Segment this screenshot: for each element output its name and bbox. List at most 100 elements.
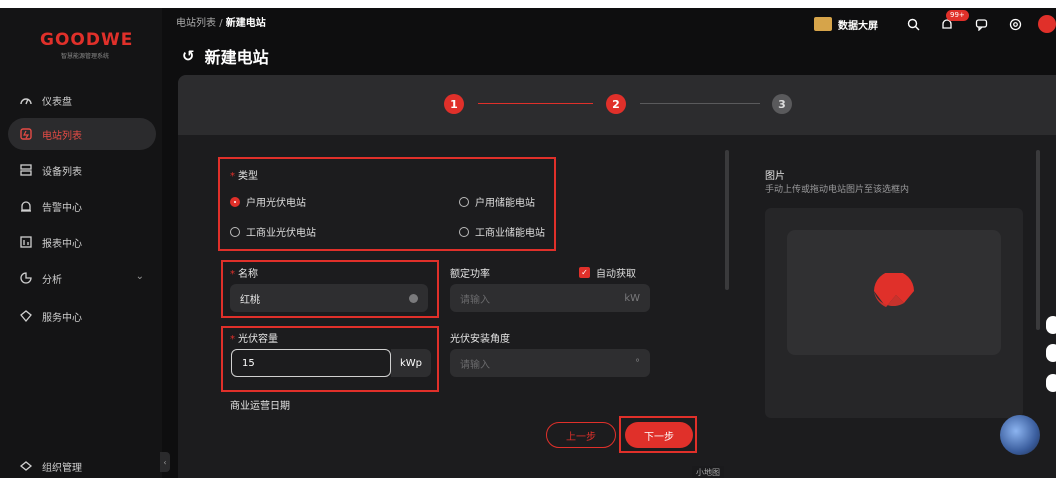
- rated-power-placeholder: 请输入: [460, 294, 490, 306]
- sidebar-item-label: 告警中心: [42, 202, 82, 214]
- panel-scrollbar[interactable]: [1036, 150, 1040, 330]
- settings-icon[interactable]: [1006, 15, 1024, 33]
- type-option-residential-storage[interactable]: 户用储能电站: [459, 194, 535, 209]
- pv-capacity-unit: kWp: [391, 349, 431, 377]
- radio-label: 户用储能电站: [475, 198, 535, 209]
- alarm-icon: [18, 198, 34, 214]
- breadcrumb-parent[interactable]: 电站列表: [176, 18, 216, 29]
- radio-icon: [459, 196, 469, 207]
- radio-label: 工商业储能电站: [475, 228, 545, 239]
- brand-subtitle: 智慧能源管理系统: [60, 53, 109, 60]
- sidebar-item-report-center[interactable]: 报表中心: [8, 226, 156, 258]
- next-step-button[interactable]: 下一步: [625, 422, 693, 448]
- type-label: * 类型: [230, 171, 258, 182]
- analysis-icon: [18, 270, 34, 286]
- radio-label: 户用光伏电站: [246, 198, 306, 209]
- side-float-button[interactable]: [1046, 374, 1056, 392]
- page-title: ↺ 新建电站: [182, 44, 269, 68]
- image-upload-area[interactable]: [765, 208, 1023, 418]
- image-hint: 手动上传或拖动电站图片至该选框内: [765, 185, 910, 195]
- step-2: 2: [606, 94, 626, 114]
- brand-name: GOODWE: [40, 30, 134, 50]
- pv-angle-unit: °: [635, 357, 640, 369]
- sidebar-item-device-list[interactable]: 设备列表: [8, 154, 156, 186]
- checkbox-checked-icon: ✓: [579, 267, 590, 278]
- sidebar-item-analysis[interactable]: 分析 ⌄: [8, 262, 156, 294]
- image-title: 图片: [765, 171, 785, 182]
- breadcrumb-separator: /: [219, 18, 223, 29]
- clear-icon[interactable]: [409, 293, 418, 303]
- step-connector: [478, 103, 593, 104]
- breadcrumb: 电站列表 / 新建电站: [176, 14, 266, 29]
- form-scrollbar[interactable]: [725, 150, 729, 290]
- type-option-commercial-pv[interactable]: 工商业光伏电站: [230, 224, 316, 239]
- minimap-label[interactable]: 小地图: [692, 466, 724, 478]
- avatar[interactable]: [1038, 15, 1056, 33]
- breadcrumb-current: 新建电站: [225, 18, 266, 29]
- step-3: 3: [772, 94, 792, 114]
- pv-capacity-value: 15: [242, 357, 255, 369]
- assistant-bubble[interactable]: [1000, 415, 1040, 455]
- name-label: * 名称: [230, 269, 258, 280]
- sidebar-item-label: 服务中心: [42, 312, 82, 324]
- chevron-down-icon: ⌄: [135, 271, 144, 282]
- sidebar-item-label: 组织管理: [42, 462, 82, 474]
- alarm-bell-icon[interactable]: 99+: [938, 10, 969, 33]
- sidebar-item-label: 仪表盘: [42, 96, 72, 108]
- auto-fetch-label: 自动获取: [596, 269, 636, 280]
- step-1: 1: [444, 94, 464, 114]
- step-connector: [640, 103, 760, 104]
- sidebar: GOODWE 智慧能源管理系统 仪表盘 电站列表 设备列表 告警中心 报表中心: [0, 8, 162, 478]
- side-float-button[interactable]: [1046, 344, 1056, 362]
- sidebar-item-label: 分析: [42, 274, 62, 286]
- service-icon: [18, 308, 34, 324]
- radio-selected-icon: [230, 196, 240, 207]
- rated-power-label: 额定功率: [450, 269, 490, 280]
- org-icon: [18, 458, 34, 474]
- back-arrow-icon[interactable]: ↺: [182, 47, 195, 65]
- image-placeholder: [787, 230, 1001, 355]
- big-screen-icon: [814, 17, 832, 31]
- big-screen-button[interactable]: 数据大屏: [814, 17, 878, 32]
- big-screen-label: 数据大屏: [838, 20, 878, 32]
- sidebar-item-service-center[interactable]: 服务中心: [8, 300, 156, 332]
- main-panel: 1 2 3 * 类型 户用光伏电站 户用储能电站 工商业光伏电站 工商业储能电站 …: [178, 75, 1056, 478]
- name-field[interactable]: 红桃: [230, 284, 428, 312]
- type-option-commercial-storage[interactable]: 工商业储能电站: [459, 224, 545, 239]
- image-placeholder-icon: [874, 272, 914, 307]
- pv-capacity-label: * 光伏容量: [230, 334, 278, 345]
- side-float-button[interactable]: [1046, 316, 1056, 334]
- dashboard-icon: [18, 92, 34, 108]
- pv-angle-placeholder: 请输入: [460, 359, 490, 371]
- sidebar-item-org-management[interactable]: 组织管理: [8, 450, 156, 478]
- sidebar-collapse-toggle[interactable]: ‹: [160, 452, 170, 472]
- type-option-residential-pv[interactable]: 户用光伏电站: [230, 194, 306, 209]
- pv-capacity-field[interactable]: 15: [231, 349, 391, 377]
- stepper: 1 2 3: [178, 75, 1056, 135]
- sidebar-item-plant-list[interactable]: 电站列表: [8, 118, 156, 150]
- plant-icon: [18, 126, 34, 142]
- header-actions: 数据大屏 99+: [814, 10, 1056, 36]
- sidebar-item-alarm-center[interactable]: 告警中心: [8, 190, 156, 222]
- prev-step-button[interactable]: 上一步: [546, 422, 616, 448]
- commercial-date-label: 商业运营日期: [230, 401, 290, 412]
- notification-badge: 99+: [946, 10, 969, 21]
- report-icon: [18, 234, 34, 250]
- device-icon: [18, 162, 34, 178]
- radio-icon: [230, 226, 240, 237]
- sidebar-item-dashboard[interactable]: 仪表盘: [8, 84, 156, 116]
- pv-angle-field[interactable]: 请输入 °: [450, 349, 650, 377]
- logo: GOODWE 智慧能源管理系统: [40, 30, 134, 60]
- search-icon[interactable]: [904, 15, 922, 33]
- radio-label: 工商业光伏电站: [246, 228, 316, 239]
- rated-power-field[interactable]: 请输入 kW: [450, 284, 650, 312]
- pv-angle-label: 光伏安装角度: [450, 334, 510, 345]
- message-icon[interactable]: [972, 15, 990, 33]
- radio-icon: [459, 226, 469, 237]
- auto-fetch-checkbox[interactable]: ✓ 自动获取: [579, 265, 636, 280]
- sidebar-item-label: 设备列表: [42, 166, 82, 178]
- rated-power-unit: kW: [624, 292, 640, 304]
- name-value: 红桃: [240, 294, 260, 306]
- sidebar-item-label: 电站列表: [42, 130, 82, 142]
- header: 电站列表 / 新建电站 ↺ 新建电站 数据大屏 99+: [162, 8, 1056, 70]
